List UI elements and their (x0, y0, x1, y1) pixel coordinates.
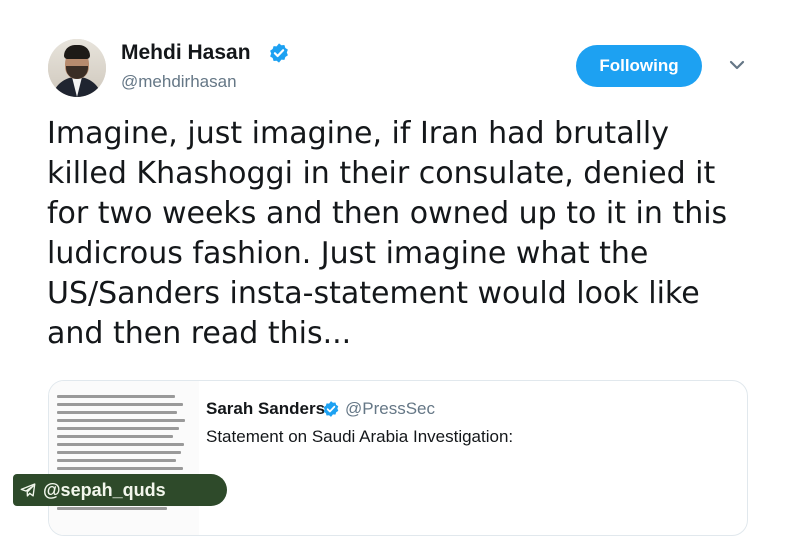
author-avatar[interactable] (48, 39, 106, 97)
author-handle[interactable]: @mehdirhasan (121, 72, 237, 92)
verified-badge-icon (270, 43, 288, 63)
watermark-text: @sepah_quds (43, 479, 166, 500)
chevron-down-icon[interactable] (728, 58, 746, 72)
telegram-plane-icon (20, 483, 36, 497)
tweet-text-line: killed Khashoggi in their consulate, den… (47, 156, 716, 191)
tweet-text-line: ludicrous fashion. Just imagine what the (47, 236, 649, 271)
tweet-text-line: US/Sanders insta-statement would look li… (47, 276, 700, 311)
verified-badge-icon (323, 401, 339, 417)
quoted-author-name[interactable]: Sarah Sanders (206, 399, 325, 419)
statement-document-image[interactable] (49, 381, 199, 535)
quoted-tweet[interactable]: Sarah Sanders @PressSec Statement on Sau… (48, 380, 748, 536)
tweet-text-line: for two weeks and then owned up to it in… (47, 196, 728, 231)
tweet-text: Imagine, just imagine, if Iran had bruta… (47, 114, 782, 354)
tweet-card: Mehdi Hasan @mehdirhasan Following Imagi… (0, 0, 800, 542)
quoted-tweet-text: Statement on Saudi Arabia Investigation: (206, 427, 514, 446)
tweet-text-line: Imagine, just imagine, if Iran had bruta… (47, 116, 670, 151)
tweet-text-line: and then read this... (47, 316, 352, 351)
following-button[interactable]: Following (576, 45, 702, 87)
author-name[interactable]: Mehdi Hasan (121, 41, 251, 65)
channel-watermark: @sepah_quds (13, 474, 227, 506)
quoted-author-handle[interactable]: @PressSec (345, 399, 435, 419)
